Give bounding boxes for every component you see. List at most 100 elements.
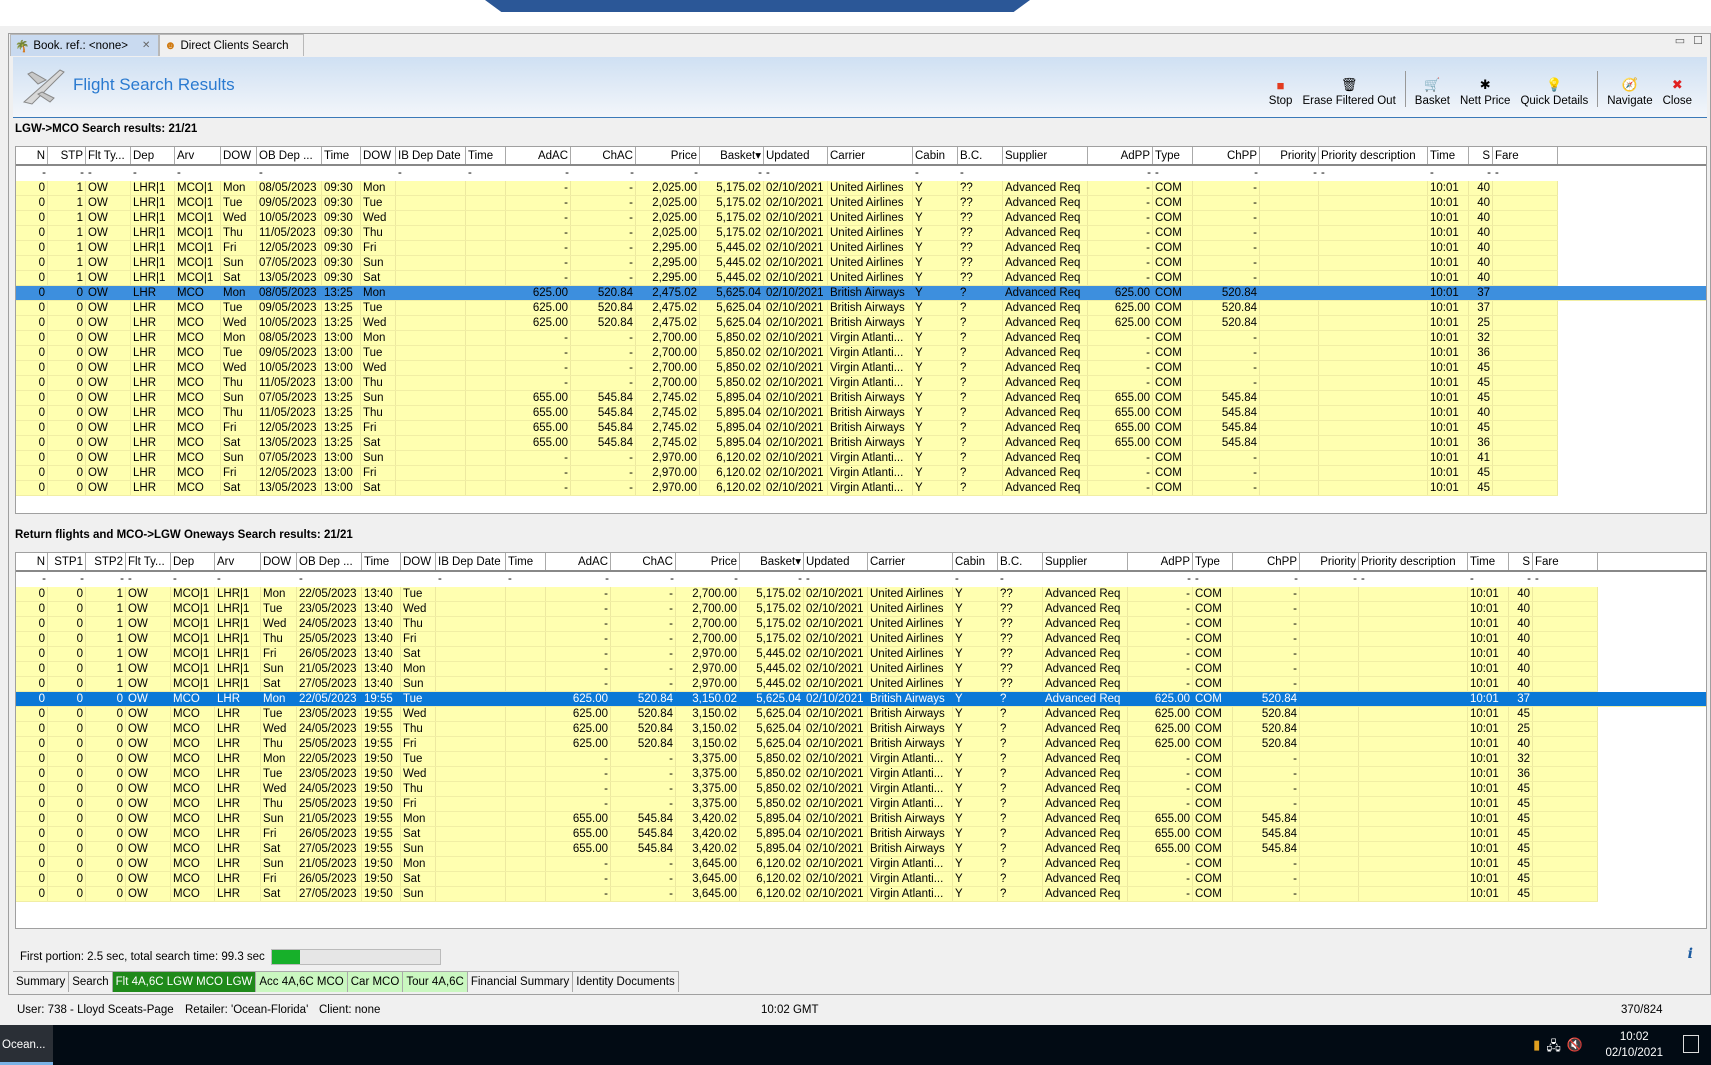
column-header[interactable]: Updated [764,147,828,164]
table-row[interactable]: 0 0 0 OW MCO LHR Thu 25/05/2023 19:55 Fri 625.00 52… [16,737,1598,752]
tab-summary[interactable]: Summary [13,972,70,992]
column-filter[interactable]: - [16,572,48,587]
table-row[interactable]: 0 0 OW LHR MCO Tue 09/05/2023 13:25 Tue 625.00 520… [16,301,1558,316]
column-header[interactable]: Dep [131,147,175,164]
tab-direct-clients-search[interactable]: ☻ Direct Clients Search [159,34,305,56]
column-header[interactable]: Fare [1533,553,1598,570]
column-header[interactable]: Carrier [828,147,913,164]
column-header[interactable]: DOW [261,553,297,570]
column-header[interactable]: B.C. [958,147,1003,164]
column-header[interactable]: IB Dep Date [396,147,466,164]
table-row[interactable]: 0 1 OW LHR|1 MCO|1 Sun 07/05/2023 09:30 Sun - -2,2… [16,256,1558,271]
inbound-results-table[interactable]: N STP1 STP2 Flt Ty... Dep Arv DOW OB Dep ... Tim… [15,552,1707,929]
column-header[interactable]: Cabin [913,147,958,164]
column-header[interactable]: N [16,147,48,164]
table-row[interactable]: 0 0 1 OW MCO|1 LHR|1 Mon 22/05/2023 13:40 Tue - -2,… [16,587,1598,602]
notifications-icon[interactable] [1683,1035,1699,1053]
column-filter[interactable]: - [506,572,546,587]
column-filter[interactable]: - [764,166,828,181]
taskbar-clock[interactable]: 10:02 02/10/2021 [1605,1029,1663,1061]
column-header[interactable]: N [16,553,48,570]
column-header[interactable]: Priority description [1319,147,1428,164]
column-header[interactable]: Basket▾ [700,147,764,164]
table-row[interactable]: 0 0 0 OW MCO LHR Wed 24/05/2023 19:55 Thu 625.00 52… [16,722,1598,737]
app-tray-icon[interactable]: ▮ [1533,1037,1540,1059]
column-filter[interactable]: - [215,572,261,587]
tab-financial-summary[interactable]: Financial Summary [468,972,574,992]
column-filter[interactable]: - [16,166,48,181]
column-header[interactable]: IB Dep Date [436,553,506,570]
table-row[interactable]: 0 0 0 OW MCO LHR Mon 22/05/2023 19:50 Tue - -3,375.… [16,752,1598,767]
column-filter[interactable]: - [1469,166,1493,181]
table-row[interactable]: 0 0 1 OW MCO|1 LHR|1 Thu 25/05/2023 13:40 Fri - -2,… [16,632,1598,647]
column-filter[interactable]: - [257,166,322,181]
column-header[interactable]: Priority description [1359,553,1468,570]
column-filter[interactable] [322,166,361,181]
outbound-results-table[interactable]: N STP Flt Ty... Dep Arv DOW OB Dep ... Time DOW I… [15,146,1707,514]
column-filter[interactable]: - [1493,166,1558,181]
column-header[interactable]: Basket▾ [740,553,804,570]
column-header[interactable]: Cabin [953,553,998,570]
column-header[interactable]: STP [48,147,86,164]
table-row[interactable]: 0 0 OW LHR MCO Thu 11/05/2023 13:00 Thu - -2,700.0… [16,376,1558,391]
column-header[interactable]: S [1509,553,1533,570]
column-header[interactable]: Dep [171,553,215,570]
column-header[interactable]: Priority [1260,147,1319,164]
column-filter[interactable]: - [700,166,764,181]
table-row[interactable]: 0 0 0 OW MCO LHR Thu 25/05/2023 19:50 Fri - -3,375.… [16,797,1598,812]
column-header[interactable]: Updated [804,553,868,570]
column-filter[interactable]: - [636,166,700,181]
column-header[interactable]: Price [636,147,700,164]
column-filter[interactable]: - [1359,572,1468,587]
column-filter[interactable] [1043,572,1128,587]
column-filter[interactable] [1003,166,1088,181]
column-header[interactable]: Price [676,553,740,570]
column-header[interactable]: Time [466,147,506,164]
column-filter[interactable]: - [466,166,506,181]
column-header[interactable]: Arv [215,553,261,570]
column-filter[interactable]: - [126,572,171,587]
table-row[interactable]: 0 0 1 OW MCO|1 LHR|1 Wed 24/05/2023 13:40 Thu - -2,… [16,617,1598,632]
tab-car-mco[interactable]: Car MCO [347,972,404,992]
table-row[interactable]: 0 0 OW LHR MCO Fri 12/05/2023 13:25 Fri 655.00 545… [16,421,1558,436]
column-filter[interactable]: - [1509,572,1533,587]
table-row[interactable]: 0 1 OW LHR|1 MCO|1 Sat 13/05/2023 09:30 Sat - -2,2… [16,271,1558,286]
column-header[interactable]: Carrier [868,553,953,570]
column-filter[interactable]: - [1193,572,1233,587]
column-header[interactable]: Flt Ty... [86,147,131,164]
table-row[interactable]: 0 0 OW LHR MCO Sat 13/05/2023 13:00 Sat - -2,970.0… [16,481,1558,496]
column-filter[interactable]: - [913,166,958,181]
table-row[interactable]: 0 0 OW LHR MCO Thu 11/05/2023 13:25 Thu 655.00 545… [16,406,1558,421]
column-filter[interactable]: - [1533,572,1598,587]
table-row[interactable]: 0 1 OW LHR|1 MCO|1 Wed 10/05/2023 09:30 Wed - -2,0… [16,211,1558,226]
column-header[interactable]: Time [506,553,546,570]
column-header[interactable]: AdAC [546,553,611,570]
column-header[interactable]: Fare [1493,147,1558,164]
column-filter[interactable]: - [297,572,362,587]
table-row[interactable]: 0 1 OW LHR|1 MCO|1 Thu 11/05/2023 09:30 Thu - -2,0… [16,226,1558,241]
column-header[interactable]: ChAC [571,147,636,164]
column-header[interactable]: AdAC [506,147,571,164]
table-row[interactable]: 0 0 0 OW MCO LHR Fri 26/05/2023 19:55 Sat 655.00 54… [16,827,1598,842]
table-row[interactable]: 0 0 OW LHR MCO Wed 10/05/2023 13:00 Wed - -2,700.0… [16,361,1558,376]
table-row[interactable]: 0 0 0 OW MCO LHR Wed 24/05/2023 19:50 Thu - -3,375.… [16,782,1598,797]
column-header[interactable]: Time [1428,147,1469,164]
column-filter[interactable]: - [958,166,1003,181]
column-filter[interactable]: - [396,166,466,181]
table-row[interactable]: 0 0 0 OW MCO LHR Mon 22/05/2023 19:55 Tue 625.00 52… [16,692,1706,707]
column-filter[interactable] [361,166,396,181]
column-header[interactable]: STP1 [48,553,86,570]
table-row[interactable]: 0 0 0 OW MCO LHR Sat 27/05/2023 19:50 Sun - -3,645.… [16,887,1598,902]
tab-flt-4a-6c-lgw-mco-lgw[interactable]: Flt 4A,6C LGW MCO LGW [112,972,257,992]
column-filter[interactable] [828,166,913,181]
table-row[interactable]: 0 0 OW LHR MCO Sat 13/05/2023 13:25 Sat 655.00 545… [16,436,1558,451]
column-filter[interactable]: - [1260,166,1319,181]
column-filter[interactable] [261,572,297,587]
column-filter[interactable]: - [1428,166,1469,181]
column-filter[interactable] [868,572,953,587]
table-row[interactable]: 0 0 OW LHR MCO Fri 12/05/2023 13:00 Fri - -2,970.0… [16,466,1558,481]
table-row[interactable]: 0 0 OW LHR MCO Mon 08/05/2023 13:25 Mon 625.00 520… [16,286,1706,301]
taskbar-app-ocean[interactable]: Ocean... [0,1025,53,1065]
column-header[interactable]: S [1469,147,1493,164]
stop-button[interactable]: ■ Stop [1264,77,1298,108]
